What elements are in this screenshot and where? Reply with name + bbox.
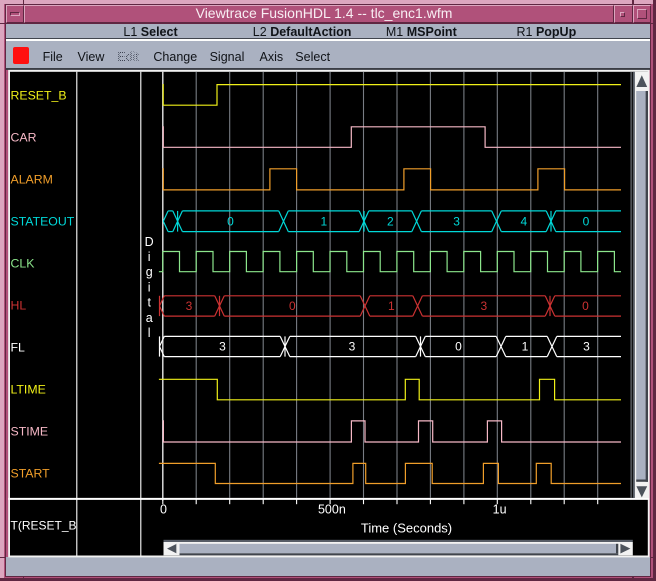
svg-text:1: 1 bbox=[388, 299, 395, 313]
svg-text:3: 3 bbox=[349, 340, 356, 354]
svg-text:3: 3 bbox=[219, 340, 226, 354]
svg-text:3: 3 bbox=[480, 299, 487, 313]
svg-text:STATEOUT: STATEOUT bbox=[11, 215, 75, 229]
svg-text:0: 0 bbox=[582, 299, 589, 313]
svg-text:1: 1 bbox=[522, 340, 529, 354]
svg-text:CLK: CLK bbox=[11, 257, 36, 271]
svg-text:3: 3 bbox=[186, 299, 193, 313]
svg-text:ALARM: ALARM bbox=[11, 173, 53, 187]
svg-text:LTIME: LTIME bbox=[11, 383, 46, 397]
svg-text:D: D bbox=[145, 235, 154, 249]
svg-text:RESET_B: RESET_B bbox=[11, 89, 67, 103]
svg-text:1u: 1u bbox=[493, 503, 507, 517]
svg-text:0: 0 bbox=[289, 299, 296, 313]
svg-text:g: g bbox=[146, 265, 153, 279]
svg-text:0: 0 bbox=[583, 214, 590, 228]
svg-text:HL: HL bbox=[11, 299, 27, 313]
svg-text:FL: FL bbox=[11, 341, 26, 355]
svg-text:CAR: CAR bbox=[11, 131, 37, 145]
svg-text:i: i bbox=[148, 250, 151, 264]
svg-text:0: 0 bbox=[160, 503, 167, 517]
svg-text:t: t bbox=[147, 296, 151, 310]
svg-text:3: 3 bbox=[583, 340, 590, 354]
svg-text:1: 1 bbox=[320, 214, 327, 228]
svg-text:STIME: STIME bbox=[11, 425, 49, 439]
svg-text:l: l bbox=[148, 326, 151, 340]
svg-text:START: START bbox=[11, 467, 51, 481]
svg-text:a: a bbox=[146, 311, 153, 325]
svg-text:500n: 500n bbox=[318, 503, 346, 517]
svg-text:2: 2 bbox=[387, 214, 394, 228]
svg-text:3: 3 bbox=[453, 214, 460, 228]
svg-text:i: i bbox=[148, 280, 151, 294]
svg-text:T(RESET_B): T(RESET_B) bbox=[11, 519, 81, 533]
svg-text:Time (Seconds): Time (Seconds) bbox=[361, 521, 452, 536]
svg-text:4: 4 bbox=[520, 214, 527, 228]
svg-text:0: 0 bbox=[227, 214, 234, 228]
svg-text:0: 0 bbox=[455, 340, 462, 354]
